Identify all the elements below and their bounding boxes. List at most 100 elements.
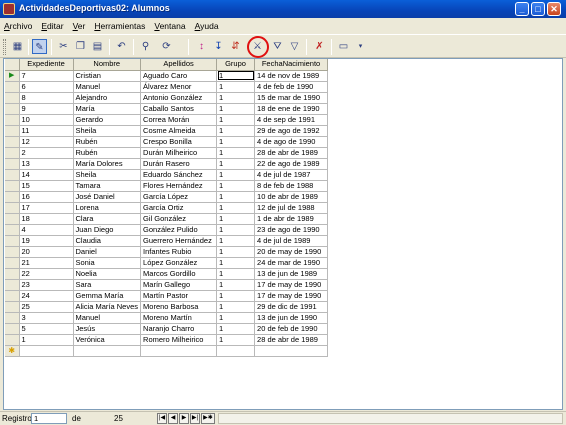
cell-nombre[interactable]: María bbox=[73, 103, 142, 115]
cell-fechanacimiento[interactable]: 20 de may de 1990 bbox=[254, 246, 329, 258]
cell-expediente[interactable]: 24 bbox=[19, 290, 74, 302]
cell-expediente[interactable]: 10 bbox=[19, 114, 74, 126]
cell-grupo[interactable]: 1 bbox=[216, 125, 256, 137]
apply-filter-icon[interactable]: ⛛ bbox=[270, 39, 285, 54]
table-row[interactable]: 21 Sonia López González 1 24 de mar de 1990 bbox=[5, 257, 329, 269]
record-selector[interactable] bbox=[5, 202, 20, 214]
column-header-grupo[interactable]: Grupo bbox=[216, 59, 256, 71]
toolbar-grip[interactable] bbox=[3, 39, 6, 55]
menu-archivo[interactable]: Archivo bbox=[4, 21, 32, 31]
cell-fechanacimiento[interactable] bbox=[254, 345, 329, 357]
record-selector[interactable] bbox=[5, 334, 20, 346]
table-row[interactable]: 13 María Dolores Durán Rasero 1 22 de ago de… bbox=[5, 158, 329, 170]
cell-apellidos[interactable]: López González bbox=[140, 257, 218, 269]
cell-nombre[interactable]: Clara bbox=[73, 213, 142, 225]
cell-apellidos[interactable]: Marín Gallego bbox=[140, 279, 218, 291]
cell-expediente[interactable]: 6 bbox=[19, 81, 74, 93]
hyperlink-icon[interactable]: ⟳ bbox=[159, 39, 174, 54]
cell-apellidos[interactable]: González Pulido bbox=[140, 224, 218, 236]
cell-fechanacimiento[interactable]: 4 de feb de 1990 bbox=[254, 81, 329, 93]
sort-descending-icon[interactable]: ↧ bbox=[211, 39, 226, 54]
cell-expediente[interactable]: 20 bbox=[19, 246, 74, 258]
record-selector[interactable] bbox=[5, 169, 20, 181]
table-row[interactable]: 18 Clara Gil González 1 1 de abr de 1989 bbox=[5, 213, 329, 225]
table-row[interactable]: 8 Alejandro Antonio González 1 15 de mar de … bbox=[5, 92, 329, 104]
cell-apellidos[interactable]: Marcos Gordillo bbox=[140, 268, 218, 280]
cell-nombre[interactable]: Rubén bbox=[73, 147, 142, 159]
cell-nombre[interactable]: María Dolores bbox=[73, 158, 142, 170]
cell-expediente[interactable]: 17 bbox=[19, 202, 74, 214]
cell-grupo[interactable]: 1 bbox=[216, 268, 256, 280]
minimize-button[interactable]: _ bbox=[515, 2, 529, 16]
table-row[interactable]: 4 Juan Diego González Pulido 1 23 de ago de … bbox=[5, 224, 329, 236]
record-number-input[interactable]: 1 bbox=[31, 413, 67, 424]
cell-apellidos[interactable]: Álvarez Menor bbox=[140, 81, 218, 93]
table-row[interactable]: 11 Sheila Cosme Almeida 1 29 de ago de 1992 bbox=[5, 125, 329, 137]
delete-record-icon[interactable]: ✗ bbox=[312, 39, 327, 54]
cell-expediente[interactable]: 5 bbox=[19, 323, 74, 335]
cell-fechanacimiento[interactable]: 14 de nov de 1989 bbox=[254, 70, 329, 82]
cell-grupo[interactable]: 1 bbox=[216, 202, 256, 214]
table-row[interactable]: 10 Gerardo Correa Morán 1 4 de sep de 1991 bbox=[5, 114, 329, 126]
cell-expediente[interactable]: 8 bbox=[19, 92, 74, 104]
cell-apellidos[interactable]: Gil González bbox=[140, 213, 218, 225]
record-selector[interactable] bbox=[5, 235, 20, 247]
table-row[interactable]: 9 María Caballo Santos 1 18 de ene de 1990 bbox=[5, 103, 329, 115]
table-row[interactable]: 16 José Daniel García López 1 10 de abr de 1… bbox=[5, 191, 329, 203]
cell-fechanacimiento[interactable]: 24 de mar de 1990 bbox=[254, 257, 329, 269]
cell-expediente[interactable]: 19 bbox=[19, 235, 74, 247]
toolbar-options-icon[interactable]: ▾ bbox=[353, 39, 368, 54]
record-selector[interactable] bbox=[5, 268, 20, 280]
cell-expediente[interactable]: 1 bbox=[19, 334, 74, 346]
table-row[interactable]: 15 Tamara Flores Hernández 1 8 de feb de 198… bbox=[5, 180, 329, 192]
cut-icon[interactable]: ✂ bbox=[56, 39, 71, 54]
menu-ayuda[interactable]: Ayuda bbox=[195, 21, 219, 31]
cell-fechanacimiento[interactable]: 4 de sep de 1991 bbox=[254, 114, 329, 126]
new-record-button[interactable]: ▶✱ bbox=[201, 413, 215, 424]
cell-nombre[interactable]: Tamara bbox=[73, 180, 142, 192]
cell-fechanacimiento[interactable]: 1 de abr de 1989 bbox=[254, 213, 329, 225]
copy-icon[interactable]: ❐ bbox=[73, 39, 88, 54]
cell-expediente[interactable]: 22 bbox=[19, 268, 74, 280]
record-selector[interactable] bbox=[5, 125, 20, 137]
cell-grupo[interactable]: 1 bbox=[216, 103, 256, 115]
cell-grupo[interactable]: 1 bbox=[216, 114, 256, 126]
cell-apellidos[interactable]: Moreno Martín bbox=[140, 312, 218, 324]
cell-expediente[interactable]: 14 bbox=[19, 169, 74, 181]
new-object-icon[interactable]: ▭ bbox=[336, 39, 351, 54]
cell-expediente[interactable]: 25 bbox=[19, 301, 74, 313]
undo-icon[interactable]: ↶ bbox=[114, 39, 129, 54]
cell-apellidos[interactable]: Romero Milheirico bbox=[140, 334, 218, 346]
cell-apellidos[interactable]: Guerrero Hernández bbox=[140, 235, 218, 247]
cell-apellidos[interactable]: Crespo Bonilla bbox=[140, 136, 218, 148]
cell-grupo[interactable]: 1 bbox=[216, 334, 256, 346]
column-header-expediente[interactable]: Expediente bbox=[19, 59, 74, 71]
record-selector[interactable] bbox=[5, 103, 20, 115]
table-row[interactable]: 2 Rubén Durán Milheirico 1 28 de abr de 1989 bbox=[5, 147, 329, 159]
cell-nombre[interactable]: Gemma María bbox=[73, 290, 142, 302]
record-selector[interactable] bbox=[5, 213, 20, 225]
cell-nombre[interactable]: Verónica bbox=[73, 334, 142, 346]
cell-grupo[interactable]: 1 bbox=[216, 147, 256, 159]
cell-nombre[interactable] bbox=[73, 345, 142, 357]
cell-apellidos[interactable]: Durán Rasero bbox=[140, 158, 218, 170]
cell-apellidos[interactable]: Antonio González bbox=[140, 92, 218, 104]
cell-apellidos[interactable]: García Ortiz bbox=[140, 202, 218, 214]
menu-ventana[interactable]: Ventana bbox=[154, 21, 185, 31]
cell-fechanacimiento[interactable]: 12 de jul de 1988 bbox=[254, 202, 329, 214]
record-selector[interactable] bbox=[5, 301, 20, 313]
cell-apellidos[interactable]: Infantes Rubio bbox=[140, 246, 218, 258]
cell-nombre[interactable]: Sheila bbox=[73, 169, 142, 181]
table-row[interactable]: 6 Manuel Álvarez Menor 1 4 de feb de 1990 bbox=[5, 81, 329, 93]
sort-ascending-icon[interactable]: ↕ bbox=[194, 39, 209, 54]
table-row[interactable]: 12 Rubén Crespo Bonilla 1 4 de ago de 1990 bbox=[5, 136, 329, 148]
cell-nombre[interactable]: Gerardo bbox=[73, 114, 142, 126]
table-row[interactable]: 19 Claudia Guerrero Hernández 1 4 de jul de … bbox=[5, 235, 329, 247]
table-row[interactable]: 24 Gemma María Martín Pastor 1 17 de may de … bbox=[5, 290, 329, 302]
cell-grupo[interactable]: 1 bbox=[216, 323, 256, 335]
cell-apellidos[interactable]: Naranjo Charro bbox=[140, 323, 218, 335]
record-selector[interactable] bbox=[5, 180, 20, 192]
cell-grupo[interactable]: 1 bbox=[216, 81, 256, 93]
record-selector[interactable] bbox=[5, 257, 20, 269]
record-selector[interactable] bbox=[5, 136, 20, 148]
